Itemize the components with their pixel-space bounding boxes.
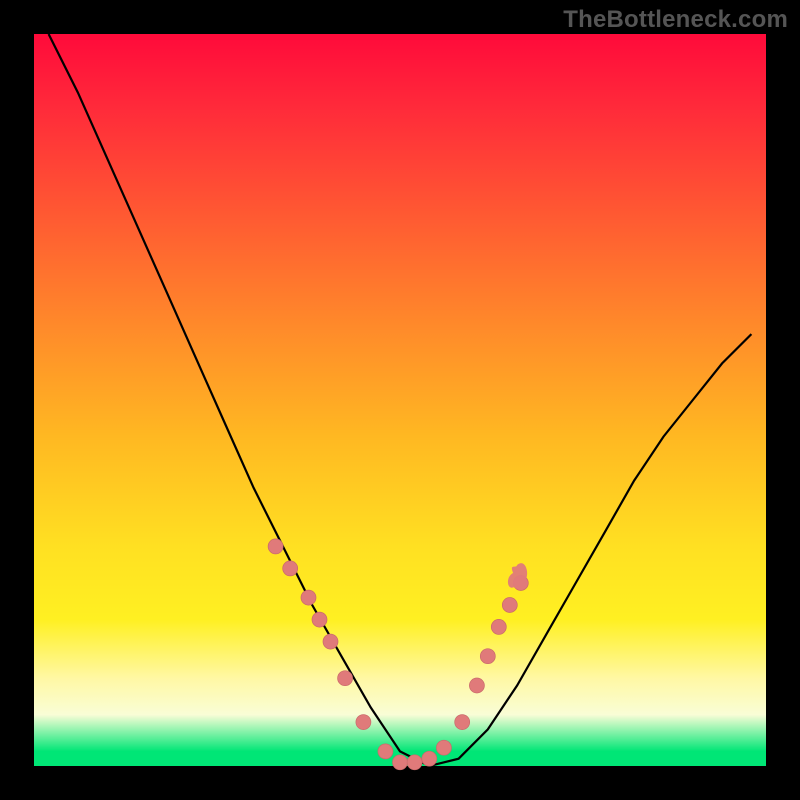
flame-annotation <box>508 563 527 589</box>
marker-dot <box>407 755 422 770</box>
marker-dot <box>268 539 283 554</box>
chart-frame: TheBottleneck.com <box>0 0 800 800</box>
marker-dot <box>393 755 408 770</box>
chart-svg <box>34 34 766 766</box>
marker-dot <box>283 561 298 576</box>
marker-dot <box>312 612 327 627</box>
marker-dot <box>455 715 470 730</box>
marker-dot <box>502 598 517 613</box>
marker-group <box>268 539 528 770</box>
marker-dot <box>301 590 316 605</box>
marker-dot <box>378 744 393 759</box>
plot-area <box>34 34 766 766</box>
marker-dot <box>469 678 484 693</box>
marker-dot <box>480 649 495 664</box>
marker-dot <box>422 751 437 766</box>
marker-dot <box>356 715 371 730</box>
marker-dot <box>491 619 506 634</box>
marker-dot <box>436 740 451 755</box>
marker-dot <box>338 671 353 686</box>
flame-icon <box>508 563 527 589</box>
bottleneck-curve <box>49 34 752 766</box>
marker-dot <box>323 634 338 649</box>
watermark-text: TheBottleneck.com <box>563 6 788 34</box>
